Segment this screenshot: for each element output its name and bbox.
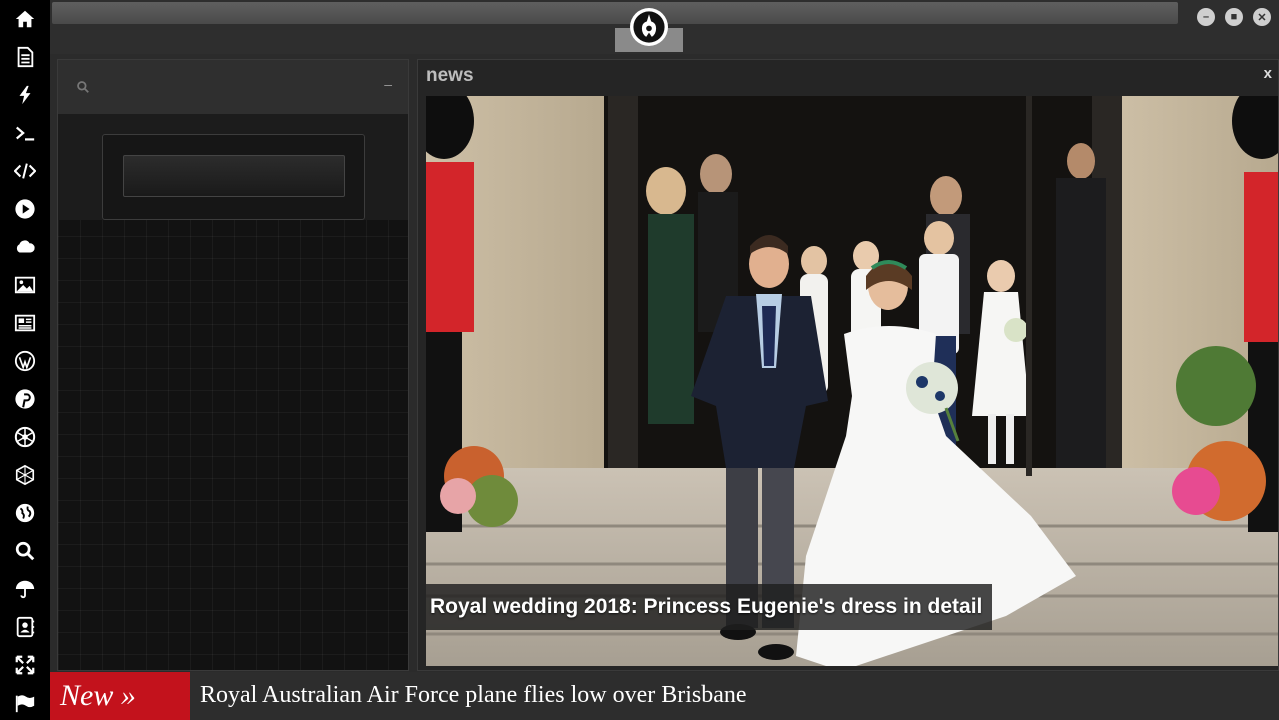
ticker-badge-label: New » [60, 679, 136, 712]
empire-icon[interactable] [0, 458, 50, 492]
app-window: – ■ ✕ – news x Royal wedding 2018: Princ… [0, 0, 1279, 720]
expand-icon[interactable] [0, 648, 50, 682]
search-panel-header: – [58, 60, 408, 114]
flag-icon[interactable] [0, 686, 50, 720]
close-icon[interactable]: ✕ [1253, 8, 1271, 26]
minimize-icon[interactable]: – [1197, 8, 1215, 26]
ticker-headline[interactable]: Royal Australian Air Force plane flies l… [200, 672, 747, 720]
image-icon[interactable] [0, 268, 50, 302]
news-panel: news x Royal wedding 2018: Princess Euge… [417, 59, 1279, 671]
globe-icon[interactable] [0, 496, 50, 530]
news-photo[interactable]: Royal wedding 2018: Princess Eugenie's d… [426, 96, 1278, 666]
news-headline[interactable]: Royal wedding 2018: Princess Eugenie's d… [430, 595, 982, 619]
play-icon[interactable] [0, 192, 50, 226]
maximize-icon[interactable]: ■ [1225, 8, 1243, 26]
logo-tab[interactable] [615, 2, 683, 52]
icon-sidebar [0, 0, 50, 720]
top-bar: – ■ ✕ [50, 0, 1279, 54]
rebel-alliance-logo [630, 8, 668, 46]
wordpress-icon[interactable] [0, 344, 50, 378]
news-close-button[interactable]: x [1264, 65, 1272, 82]
contacts-icon[interactable] [0, 610, 50, 644]
headline-overlay: Royal wedding 2018: Princess Eugenie's d… [426, 584, 993, 630]
home-icon[interactable] [0, 2, 50, 36]
search-icon[interactable] [0, 534, 50, 568]
pinterest-icon[interactable] [0, 382, 50, 416]
cloud-icon[interactable] [0, 230, 50, 264]
search-card [102, 134, 365, 220]
lightning-icon[interactable] [0, 78, 50, 112]
umbrella-icon[interactable] [0, 572, 50, 606]
rebel-alliance-icon[interactable] [0, 420, 50, 454]
document-icon[interactable] [0, 40, 50, 74]
panel-minimize-button[interactable]: – [384, 76, 392, 92]
code-icon[interactable] [0, 154, 50, 188]
newspaper-icon[interactable] [0, 306, 50, 340]
search-icon[interactable] [76, 80, 90, 99]
ticker-badge: New » [50, 672, 190, 720]
search-input[interactable] [123, 155, 345, 197]
search-panel: – [57, 59, 409, 671]
terminal-icon[interactable] [0, 116, 50, 150]
news-panel-title: news [426, 65, 474, 86]
news-ticker: New » Royal Australian Air Force plane f… [50, 672, 1279, 720]
